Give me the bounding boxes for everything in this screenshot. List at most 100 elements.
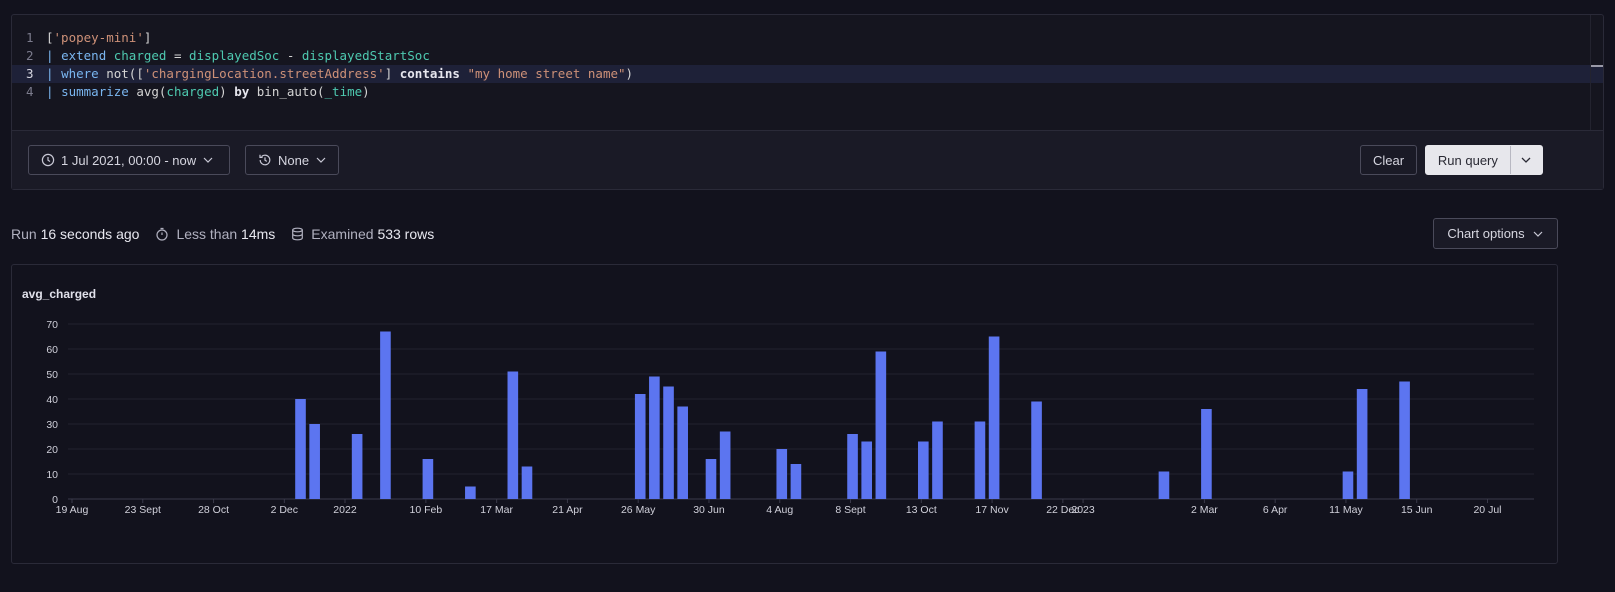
editor-scrollbar-marker[interactable] — [1591, 65, 1603, 67]
code-token: | — [46, 66, 62, 81]
chart-bar — [776, 449, 788, 499]
run-prefix: Run — [11, 226, 37, 242]
code-token: ] — [143, 30, 152, 45]
clear-button[interactable]: Clear — [1360, 145, 1417, 175]
line-number: 3 — [26, 66, 34, 81]
x-tick-label: 2 Mar — [1191, 504, 1218, 516]
x-tick-label: 23 Sept — [125, 504, 161, 516]
code-token: | — [46, 48, 62, 63]
run-query-label: Run query — [1437, 152, 1498, 168]
chevron-down-icon — [1533, 231, 1543, 237]
line-number: 1 — [26, 30, 34, 45]
y-tick-label: 10 — [46, 469, 58, 481]
chart-options-button[interactable]: Chart options — [1433, 218, 1558, 249]
code-token: "my home street name" — [467, 66, 626, 81]
query-editor[interactable]: 1 ['popey-mini'] 2 | extend charged = displ… — [12, 29, 1603, 101]
run-time-status: Run 16 seconds ago — [11, 226, 139, 242]
chart-panel: avg_charged 0 10 20 30 40 50 60 70 19 Aug 23 Sept… — [11, 264, 1558, 564]
chart-bar — [380, 331, 391, 499]
y-tick-label: 20 — [46, 444, 58, 456]
chart-bar — [861, 441, 873, 499]
clock-icon — [41, 153, 55, 167]
duration-prefix: Less than — [176, 226, 238, 242]
time-range-picker[interactable]: 1 Jul 2021, 00:00 - now — [28, 145, 230, 175]
rows-value: 533 rows — [377, 226, 435, 242]
code-token: ] — [384, 66, 400, 81]
x-tick-label: 19 Aug — [56, 504, 89, 516]
code-line-content: | extend charged = displayedSoc - displa… — [46, 47, 430, 65]
chart-options-label: Chart options — [1447, 226, 1525, 241]
bar-chart: 01020304050607019 Aug 23 Sept 28 Oct 2 Dec 2… — [46, 319, 1534, 516]
duration-value: 14ms — [241, 226, 276, 242]
chevron-down-icon — [316, 157, 326, 163]
query-status-bar: Run 16 seconds ago Less than 14ms Examin… — [11, 224, 450, 244]
code-line[interactable]: 4 | summarize avg(charged) by bin_auto(_t… — [12, 83, 1603, 101]
x-tick-label: 13 Oct — [906, 504, 937, 516]
x-tick-label: 30 Jun — [693, 504, 725, 516]
code-token: = — [166, 48, 190, 63]
chart-bar — [988, 336, 1000, 499]
chevron-down-icon — [1521, 157, 1531, 163]
query-editor-panel: 1 ['popey-mini'] 2 | extend charged = displ… — [11, 14, 1604, 190]
code-token: charged — [113, 48, 167, 63]
chart-bar — [309, 424, 320, 499]
x-tick-label: 8 Sept — [835, 504, 865, 516]
chart-bar — [663, 386, 674, 499]
code-token: charged — [166, 84, 220, 99]
run-query-button[interactable]: Run query — [1425, 145, 1543, 175]
x-tick-label: 4 Aug — [766, 504, 793, 516]
compare-picker[interactable]: None — [245, 145, 339, 175]
x-tick-label: 2023 — [1071, 504, 1095, 516]
x-tick-label: 17 Mar — [480, 504, 513, 516]
x-tick-label: 15 Jun — [1401, 504, 1433, 516]
chart-bar — [705, 459, 717, 499]
code-token: extend — [61, 48, 107, 63]
chart-bar — [918, 441, 929, 499]
y-tick-label: 40 — [46, 394, 58, 406]
history-icon — [259, 154, 271, 166]
code-token: [ — [46, 30, 54, 45]
chart-bar — [875, 351, 887, 499]
chart-bar — [1031, 401, 1042, 499]
y-tick-label: 60 — [46, 344, 58, 356]
chart-bar — [1399, 381, 1410, 499]
code-token: summarize — [61, 84, 129, 99]
rows-prefix: Examined — [311, 226, 374, 242]
chart-bar — [649, 376, 660, 499]
rows-status: Examined 533 rows — [291, 226, 434, 242]
code-line[interactable]: 3 | where not(['chargingLocation.streetAd… — [12, 65, 1603, 83]
code-line-content: | summarize avg(charged) by bin_auto(_ti… — [46, 83, 370, 101]
line-number: 4 — [26, 84, 34, 99]
chart-bar — [295, 399, 306, 499]
chart-bar — [1342, 471, 1354, 499]
chart-bar — [719, 431, 731, 499]
x-tick-label: 11 May — [1329, 504, 1363, 516]
code-token: avg( — [128, 84, 167, 99]
code-token: where — [61, 66, 99, 81]
code-token: 'chargingLocation.streetAddress' — [143, 66, 385, 81]
y-tick-label: 30 — [46, 419, 58, 431]
code-line[interactable]: 2 | extend charged = displayedSoc - displ… — [12, 47, 1603, 65]
code-token: bin_auto( — [249, 84, 325, 99]
code-token: - — [279, 48, 302, 63]
x-tick-label: 17 Nov — [975, 504, 1009, 516]
chart-bar — [847, 434, 858, 499]
chart-bar — [351, 434, 363, 499]
run-options-toggle[interactable] — [1509, 146, 1542, 174]
x-tick-label: 28 Oct — [198, 504, 229, 516]
chart-bar — [1201, 409, 1212, 499]
chevron-down-icon — [203, 157, 213, 163]
y-tick-label: 70 — [46, 319, 58, 331]
x-tick-label: 2022 — [333, 504, 357, 516]
chart-bar — [422, 459, 434, 499]
code-token: ) — [362, 84, 370, 99]
x-tick-label: 26 May — [621, 504, 656, 516]
code-token: 'popey-mini' — [53, 30, 144, 45]
chart-bar — [521, 466, 533, 499]
time-range-label: 1 Jul 2021, 00:00 - now — [61, 152, 197, 168]
chart-bar — [465, 486, 476, 499]
code-token: displayedStartSoc — [301, 48, 430, 63]
code-line[interactable]: 1 ['popey-mini'] — [12, 29, 1603, 47]
